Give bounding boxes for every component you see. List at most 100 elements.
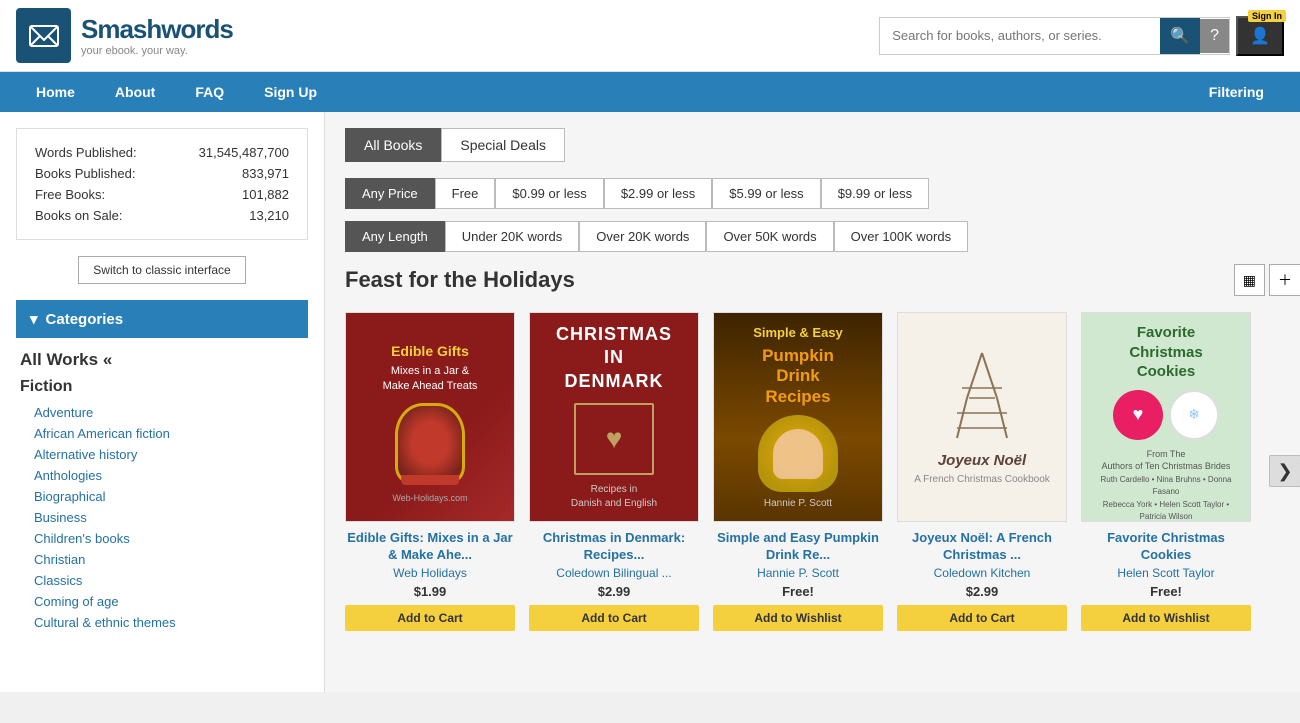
stats-row: Books on Sale: 13,210 bbox=[35, 206, 289, 225]
book-price-cookies: Free! bbox=[1081, 584, 1251, 599]
sidebar-item-childrens[interactable]: Children's books bbox=[20, 528, 304, 549]
grid-view-button[interactable]: ▦ bbox=[1234, 264, 1265, 296]
book-card-cookies: FavoriteChristmasCookies ♥ ❄ From TheAut… bbox=[1081, 312, 1251, 631]
logo-icon bbox=[16, 8, 71, 63]
book-cover-denmark: CHRISTMASINDENMARK ♥ Recipes inDanish an… bbox=[529, 312, 699, 522]
book-author-denmark[interactable]: Coledown Bilingual ... bbox=[529, 566, 699, 580]
book-title-edible[interactable]: Edible Gifts: Mixes in a Jar & Make Ahe.… bbox=[345, 530, 515, 564]
book-card-pumpkin: Simple & Easy PumpkinDrinkRecipes Hannie… bbox=[713, 312, 883, 631]
signin-area: Sign In 👤 bbox=[1236, 16, 1284, 56]
categories-header: ▾ Categories bbox=[16, 300, 308, 338]
filter-any-length[interactable]: Any Length bbox=[345, 221, 445, 252]
book-card-denmark: CHRISTMASINDENMARK ♥ Recipes inDanish an… bbox=[529, 312, 699, 631]
add-to-cart-edible[interactable]: Add to Cart bbox=[345, 605, 515, 631]
stats-row: Free Books: 101,882 bbox=[35, 185, 289, 204]
filter-599[interactable]: $5.99 or less bbox=[712, 178, 820, 209]
nav-signup[interactable]: Sign Up bbox=[244, 72, 337, 112]
stats-value: 13,210 bbox=[170, 206, 289, 225]
book-price-edible: $1.99 bbox=[345, 584, 515, 599]
tab-all-books[interactable]: All Books bbox=[345, 128, 441, 162]
search-button[interactable]: 🔍 bbox=[1160, 18, 1200, 54]
sidebar-item-anthologies[interactable]: Anthologies bbox=[20, 465, 304, 486]
price-filter-row: Any Price Free $0.99 or less $2.99 or le… bbox=[345, 178, 1300, 209]
book-price-joyeux: $2.99 bbox=[897, 584, 1067, 599]
filter-free[interactable]: Free bbox=[435, 178, 496, 209]
book-cover-pumpkin: Simple & Easy PumpkinDrinkRecipes Hannie… bbox=[713, 312, 883, 522]
logo-tagline: your ebook. your way. bbox=[81, 45, 233, 57]
stats-label: Books Published: bbox=[35, 164, 168, 183]
book-cover-cookies: FavoriteChristmasCookies ♥ ❄ From TheAut… bbox=[1081, 312, 1251, 522]
sidebar-item-cultural[interactable]: Cultural & ethnic themes bbox=[20, 612, 304, 633]
next-arrow[interactable]: ❯ bbox=[1269, 455, 1300, 487]
nav-about[interactable]: About bbox=[95, 72, 175, 112]
filter-any-price[interactable]: Any Price bbox=[345, 178, 435, 209]
book-cover-joyeux: Joyeux Noël A French Christmas Cookbook bbox=[897, 312, 1067, 522]
sidebar-item-business[interactable]: Business bbox=[20, 507, 304, 528]
stats-value: 833,971 bbox=[170, 164, 289, 183]
stats-box: Words Published: 31,545,487,700 Books Pu… bbox=[16, 128, 308, 240]
book-author-cookies[interactable]: Helen Scott Taylor bbox=[1081, 566, 1251, 580]
add-to-cart-denmark[interactable]: Add to Cart bbox=[529, 605, 699, 631]
filter-over-20k[interactable]: Over 20K words bbox=[579, 221, 706, 252]
sidebar-item-african-american[interactable]: African American fiction bbox=[20, 423, 304, 444]
main: Words Published: 31,545,487,700 Books Pu… bbox=[0, 112, 1300, 692]
add-to-wishlist-pumpkin[interactable]: Add to Wishlist bbox=[713, 605, 883, 631]
nav-faq[interactable]: FAQ bbox=[175, 72, 244, 112]
sidebar-item-christian[interactable]: Christian bbox=[20, 549, 304, 570]
view-controls: ▦ ＋ bbox=[1234, 264, 1300, 296]
nav-right: Filtering bbox=[1189, 72, 1284, 112]
nav-filtering[interactable]: Filtering bbox=[1189, 72, 1284, 112]
length-filter-row: Any Length Under 20K words Over 20K word… bbox=[345, 221, 1300, 252]
logo-text: Smashwords your ebook. your way. bbox=[81, 14, 233, 57]
section-heading: Feast for the Holidays ▦ ＋ bbox=[345, 264, 1300, 296]
stats-value: 101,882 bbox=[170, 185, 289, 204]
stats-label: Words Published: bbox=[35, 143, 168, 162]
nav-home[interactable]: Home bbox=[16, 72, 95, 112]
user-icon-button[interactable]: 👤 bbox=[1236, 16, 1284, 56]
add-view-button[interactable]: ＋ bbox=[1269, 264, 1300, 296]
stats-table: Words Published: 31,545,487,700 Books Pu… bbox=[33, 141, 291, 227]
switch-interface-button[interactable]: Switch to classic interface bbox=[78, 256, 245, 284]
book-cover-edible: Edible Gifts Mixes in a Jar &Make Ahead … bbox=[345, 312, 515, 522]
filter-999[interactable]: $9.99 or less bbox=[821, 178, 929, 209]
fiction-section-title: Fiction bbox=[20, 378, 308, 396]
stats-label: Free Books: bbox=[35, 185, 168, 204]
book-author-edible[interactable]: Web Holidays bbox=[345, 566, 515, 580]
sidebar-item-adventure[interactable]: Adventure bbox=[20, 402, 304, 423]
search-input[interactable] bbox=[880, 20, 1160, 51]
book-title-denmark[interactable]: Christmas in Denmark: Recipes... bbox=[529, 530, 699, 564]
filter-099[interactable]: $0.99 or less bbox=[495, 178, 603, 209]
sidebar-item-biographical[interactable]: Biographical bbox=[20, 486, 304, 507]
sidebar-item-classics[interactable]: Classics bbox=[20, 570, 304, 591]
filter-over-50k[interactable]: Over 50K words bbox=[706, 221, 833, 252]
book-price-denmark: $2.99 bbox=[529, 584, 699, 599]
help-button[interactable]: ? bbox=[1200, 19, 1229, 53]
filter-over-100k[interactable]: Over 100K words bbox=[834, 221, 968, 252]
book-card-edible: Edible Gifts Mixes in a Jar &Make Ahead … bbox=[345, 312, 515, 631]
search-box: 🔍 ? bbox=[879, 17, 1230, 55]
nav: Home About FAQ Sign Up Filtering bbox=[0, 72, 1300, 112]
book-title-cookies[interactable]: Favorite Christmas Cookies bbox=[1081, 530, 1251, 564]
book-title-pumpkin[interactable]: Simple and Easy Pumpkin Drink Re... bbox=[713, 530, 883, 564]
category-list: Adventure African American fiction Alter… bbox=[16, 402, 308, 633]
content: All Books Special Deals Any Price Free $… bbox=[325, 112, 1300, 692]
signin-badge: Sign In bbox=[1248, 10, 1286, 22]
sidebar-item-alternative-history[interactable]: Alternative history bbox=[20, 444, 304, 465]
stats-value: 31,545,487,700 bbox=[170, 143, 289, 162]
book-price-pumpkin: Free! bbox=[713, 584, 883, 599]
stats-row: Words Published: 31,545,487,700 bbox=[35, 143, 289, 162]
book-author-pumpkin[interactable]: Hannie P. Scott bbox=[713, 566, 883, 580]
book-author-joyeux[interactable]: Coledown Kitchen bbox=[897, 566, 1067, 580]
filter-299[interactable]: $2.99 or less bbox=[604, 178, 712, 209]
tab-row: All Books Special Deals bbox=[345, 128, 1300, 162]
book-title-joyeux[interactable]: Joyeux Noël: A French Christmas ... bbox=[897, 530, 1067, 564]
sidebar-item-coming-of-age[interactable]: Coming of age bbox=[20, 591, 304, 612]
switch-btn-wrap: Switch to classic interface bbox=[16, 256, 308, 284]
all-works[interactable]: All Works « bbox=[16, 350, 308, 370]
add-to-cart-joyeux[interactable]: Add to Cart bbox=[897, 605, 1067, 631]
logo-title: Smashwords bbox=[81, 14, 233, 45]
filter-under-20k[interactable]: Under 20K words bbox=[445, 221, 579, 252]
sidebar: Words Published: 31,545,487,700 Books Pu… bbox=[0, 112, 325, 692]
add-to-wishlist-cookies[interactable]: Add to Wishlist bbox=[1081, 605, 1251, 631]
tab-special-deals[interactable]: Special Deals bbox=[441, 128, 565, 162]
